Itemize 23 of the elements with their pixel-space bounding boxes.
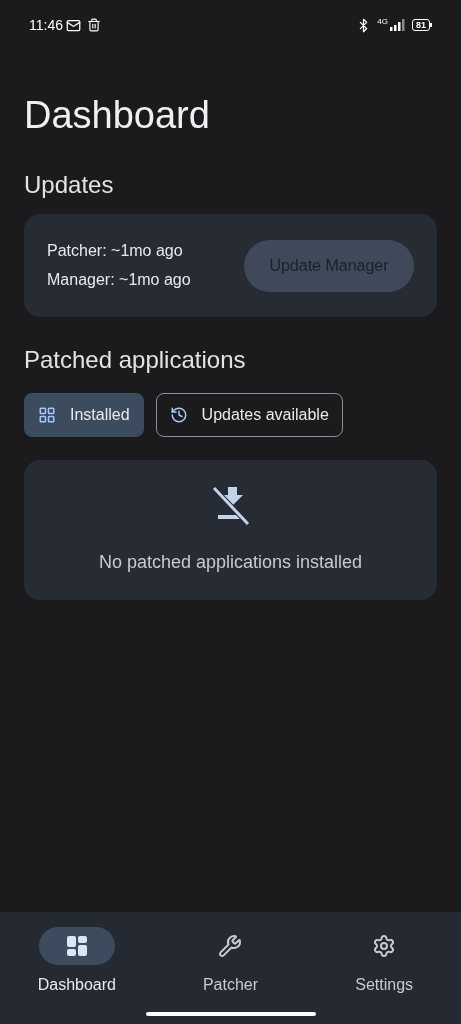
filter-chip[interactable]: Installed xyxy=(24,393,144,437)
signal-icon xyxy=(390,19,406,31)
grid-icon xyxy=(38,406,56,424)
clock: 11:46 xyxy=(29,15,63,35)
wrench-icon xyxy=(218,934,243,958)
section-heading: Updates xyxy=(24,170,115,200)
nav-item[interactable]: Dashboard xyxy=(16,927,137,997)
filter-chip[interactable]: Updates available xyxy=(155,393,343,437)
nav-item[interactable]: Settings xyxy=(324,927,445,997)
nav-item[interactable]: Patcher xyxy=(170,927,291,997)
download-off-icon xyxy=(210,484,251,527)
empty-message: No patched applications installed xyxy=(98,550,363,574)
trash-icon xyxy=(87,18,101,32)
battery-icon: 81 xyxy=(412,19,432,31)
page-title: Dashboard xyxy=(24,93,211,138)
update-info-text: Patcher: ~1mo ago xyxy=(47,241,184,261)
network-type: 4G xyxy=(377,15,388,28)
mail-icon xyxy=(66,17,81,33)
dashboard-icon xyxy=(64,934,89,958)
history-icon xyxy=(169,406,188,424)
section-heading: Patched applications xyxy=(24,345,247,375)
update-info-text: Manager: ~1mo ago xyxy=(47,270,191,290)
settings-icon xyxy=(372,934,397,958)
